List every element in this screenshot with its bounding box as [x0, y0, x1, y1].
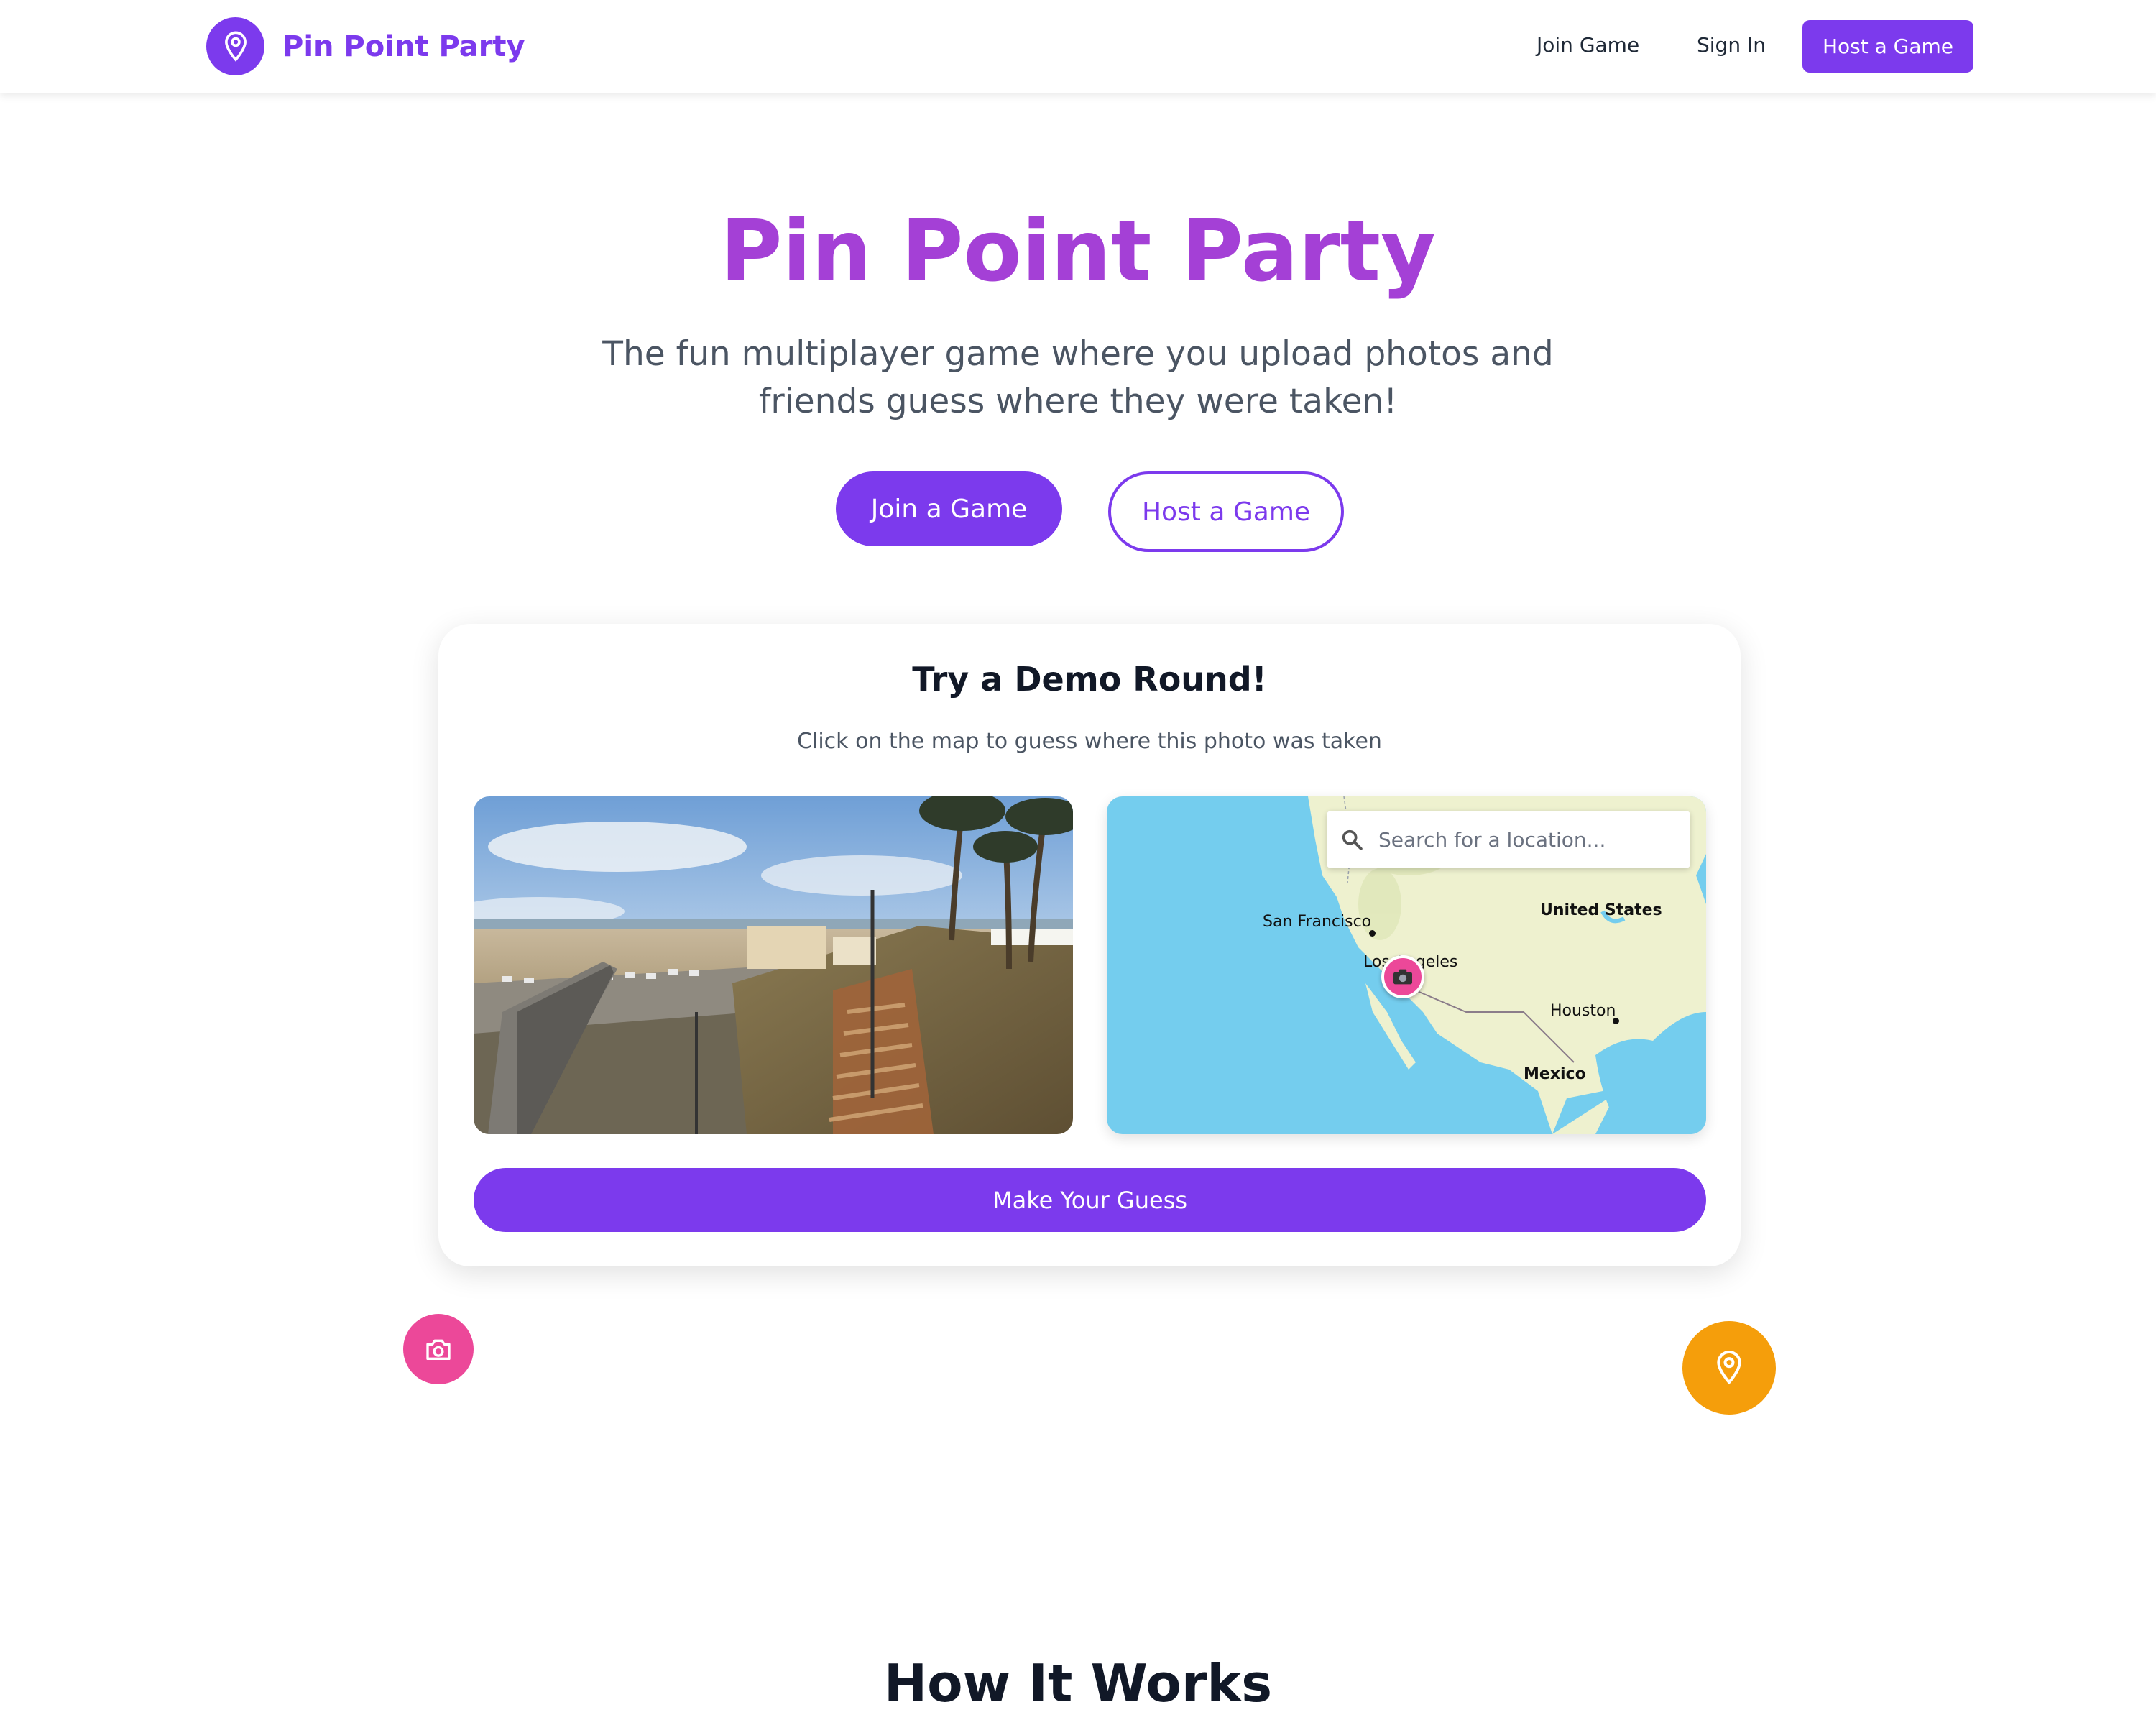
join-game-button[interactable]: Join a Game — [836, 472, 1062, 546]
host-game-button[interactable]: Host a Game — [1108, 472, 1344, 552]
floating-camera-badge — [403, 1314, 474, 1384]
nav-host-game-button[interactable]: Host a Game — [1802, 20, 1973, 73]
map-label-houston: Houston — [1550, 1002, 1616, 1020]
nav-sign-in-link[interactable]: Sign In — [1697, 33, 1766, 57]
top-navigation-bar: Pin Point Party Join Game Sign In Host a… — [0, 0, 2156, 93]
hero-subtitle: The fun multiplayer game where you uploa… — [602, 334, 1554, 421]
demo-title: Try a Demo Round! — [912, 660, 1267, 699]
brand[interactable]: Pin Point Party — [206, 17, 525, 75]
map-search-input[interactable] — [1378, 827, 1680, 852]
map-label-mexico: Mexico — [1524, 1065, 1586, 1083]
city-dot — [1613, 1018, 1619, 1024]
demo-instructions: Click on the map to guess where this pho… — [797, 729, 1382, 754]
hero-title: Pin Point Party — [720, 201, 1436, 300]
nav-join-game-link[interactable]: Join Game — [1537, 33, 1639, 57]
camera-icon — [426, 1339, 451, 1360]
map-search-box[interactable] — [1327, 811, 1690, 868]
map-pin-icon — [1717, 1350, 1741, 1385]
search-icon — [1342, 829, 1363, 850]
map-pin-icon — [206, 17, 264, 75]
demo-photo — [474, 796, 1073, 1134]
map-label-san-francisco: San Francisco — [1263, 913, 1372, 931]
guess-map[interactable]: San Francisco United States Los Angeles … — [1107, 796, 1706, 1134]
city-dot — [1369, 930, 1376, 937]
brand-name: Pin Point Party — [282, 29, 525, 63]
make-guess-button[interactable]: Make Your Guess — [474, 1168, 1706, 1232]
demo-round-card: Try a Demo Round! Click on the map to gu… — [438, 624, 1741, 1266]
map-label-united-states: United States — [1540, 901, 1662, 919]
camera-icon — [1393, 969, 1412, 985]
floating-map-pin-badge — [1682, 1321, 1776, 1414]
how-it-works-title: How It Works — [883, 1653, 1273, 1714]
photo-location-marker[interactable] — [1381, 955, 1424, 998]
